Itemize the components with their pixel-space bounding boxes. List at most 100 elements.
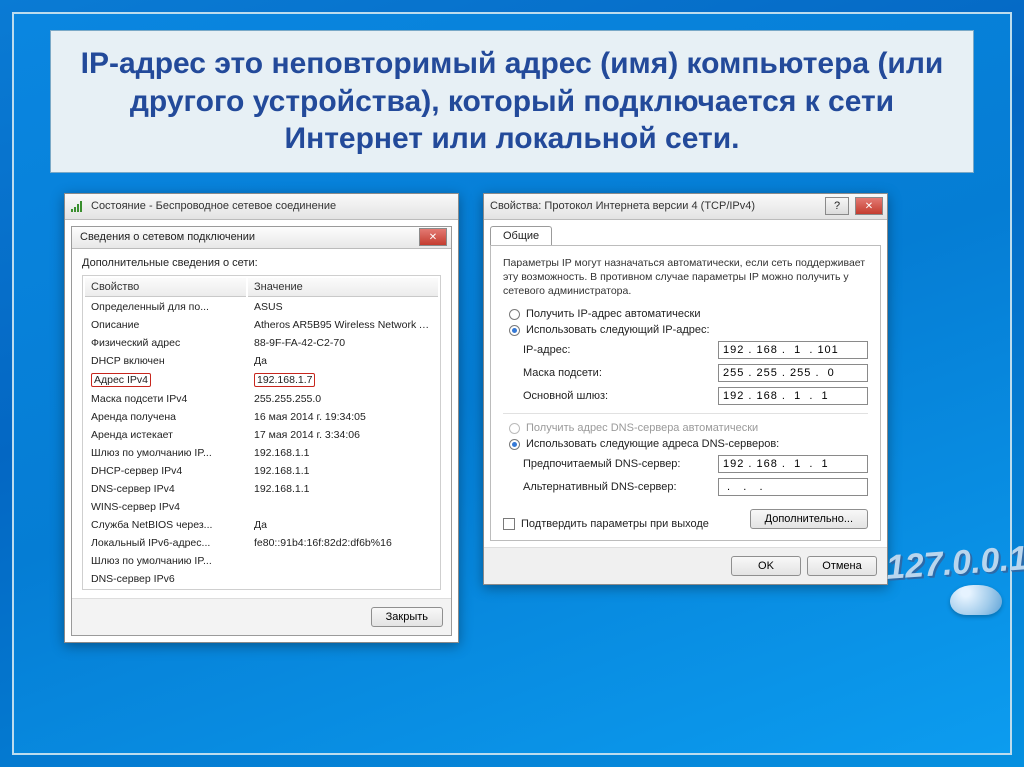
property-cell: Локальный IPv6-адрес... xyxy=(85,535,246,551)
radio-label: Использовать следующие адреса DNS-сервер… xyxy=(526,438,779,450)
value-cell: 192.168.1.7 xyxy=(248,371,438,389)
dialog-body: Дополнительные сведения о сети: Свойство… xyxy=(72,249,451,598)
table-row[interactable]: ОписаниеAtheros AR5B95 Wireless Network … xyxy=(85,317,438,333)
value-cell: 192.168.1.1 xyxy=(248,445,438,461)
window-titlebar[interactable]: Состояние - Беспроводное сетевое соедине… xyxy=(65,194,458,220)
table-row[interactable]: Аренда истекает17 мая 2014 г. 3:34:06 xyxy=(85,427,438,443)
table-row[interactable]: Шлюз по умолчанию IP... xyxy=(85,553,438,569)
validate-checkbox-row[interactable]: Подтвердить параметры при выходе xyxy=(503,518,742,530)
value-cell xyxy=(248,571,438,587)
value-cell: Да xyxy=(248,517,438,533)
table-row[interactable]: Определенный для по...ASUS xyxy=(85,299,438,315)
cancel-button[interactable]: Отмена xyxy=(807,556,877,576)
tabstrip: Общие xyxy=(484,220,887,245)
subnet-mask-row: Маска подсети: xyxy=(523,364,868,382)
radio-manual-dns[interactable]: Использовать следующие адреса DNS-сервер… xyxy=(509,438,868,450)
property-cell: DNS-сервер IPv4 xyxy=(85,481,246,497)
property-cell: Аренда истекает xyxy=(85,427,246,443)
value-cell: 88-9F-FA-42-C2-70 xyxy=(248,335,438,351)
property-cell: WINS-сервер IPv4 xyxy=(85,499,246,515)
table-row[interactable]: Шлюз по умолчанию IP...192.168.1.1 xyxy=(85,445,438,461)
property-cell: Служба NetBIOS через... xyxy=(85,517,246,533)
radio-label: Получить IP-адрес автоматически xyxy=(526,308,700,320)
close-button[interactable]: Закрыть xyxy=(371,607,443,627)
checkbox-label: Подтвердить параметры при выходе xyxy=(521,518,709,530)
radio-icon xyxy=(509,423,520,434)
help-text: Параметры IP могут назначаться автоматич… xyxy=(503,256,868,299)
table-row[interactable]: DNS-сервер IPv6 xyxy=(85,571,438,587)
dialog-subtitle: Дополнительные сведения о сети: xyxy=(82,257,441,269)
network-properties-table: Свойство Значение Определенный для по...… xyxy=(82,275,441,590)
table-row[interactable]: WINS-сервер IPv4 xyxy=(85,499,438,515)
property-cell: Маска подсети IPv4 xyxy=(85,391,246,407)
slide-title: IP-адрес это неповторимый адрес (имя) ко… xyxy=(71,45,953,158)
network-details-dialog: Сведения о сетевом подключении ✕ Дополни… xyxy=(71,226,452,636)
value-cell xyxy=(248,499,438,515)
field-label: Альтернативный DNS-сервер: xyxy=(523,481,718,493)
value-cell: 192.168.1.1 xyxy=(248,463,438,479)
dialog-footer: Закрыть xyxy=(72,598,451,635)
gateway-input[interactable] xyxy=(718,387,868,405)
property-cell: Шлюз по умолчанию IP... xyxy=(85,445,246,461)
table-row[interactable]: DHCP-сервер IPv4192.168.1.1 xyxy=(85,463,438,479)
field-label: Предпочитаемый DNS-сервер: xyxy=(523,458,718,470)
close-icon[interactable]: ✕ xyxy=(855,197,883,215)
radio-icon xyxy=(509,325,520,336)
dialog-titlebar[interactable]: Сведения о сетевом подключении ✕ xyxy=(72,227,451,249)
property-cell: DHCP-сервер IPv4 xyxy=(85,463,246,479)
radio-auto-ip[interactable]: Получить IP-адрес автоматически xyxy=(509,308,868,320)
field-label: IP-адрес: xyxy=(523,344,718,356)
ip-address-row: IP-адрес: xyxy=(523,341,868,359)
property-cell: Физический адрес xyxy=(85,335,246,351)
field-label: Основной шлюз: xyxy=(523,390,718,402)
value-cell: Atheros AR5B95 Wireless Network Adapt xyxy=(248,317,438,333)
property-cell: DNS-сервер IPv6 xyxy=(85,571,246,587)
property-cell: Аренда получена xyxy=(85,409,246,425)
checkbox-icon xyxy=(503,518,515,530)
network-status-window: Состояние - Беспроводное сетевое соедине… xyxy=(64,193,459,643)
subnet-mask-input[interactable] xyxy=(718,364,868,382)
table-row[interactable]: Служба NetBIOS через...Да xyxy=(85,517,438,533)
table-row[interactable]: Маска подсети IPv4255.255.255.0 xyxy=(85,391,438,407)
radio-auto-dns: Получить адрес DNS-сервера автоматически xyxy=(509,422,868,434)
advanced-button[interactable]: Дополнительно... xyxy=(750,509,868,529)
radio-label: Получить адрес DNS-сервера автоматически xyxy=(526,422,758,434)
ip-address-input[interactable] xyxy=(718,341,868,359)
dialog-title: Сведения о сетевом подключении xyxy=(80,231,419,243)
value-cell: 192.168.1.1 xyxy=(248,481,438,497)
table-row[interactable]: Аренда получена16 мая 2014 г. 19:34:05 xyxy=(85,409,438,425)
tab-general[interactable]: Общие xyxy=(490,226,552,245)
tcpip-properties-window: Свойства: Протокол Интернета версии 4 (T… xyxy=(483,193,888,586)
dialog-footer: OK Отмена xyxy=(484,547,887,584)
field-label: Маска подсети: xyxy=(523,367,718,379)
table-row[interactable]: DNS-сервер IPv4192.168.1.1 xyxy=(85,481,438,497)
value-cell: 16 мая 2014 г. 19:34:05 xyxy=(248,409,438,425)
ok-button[interactable]: OK xyxy=(731,556,801,576)
property-cell: Адрес IPv4 xyxy=(85,371,246,389)
value-cell xyxy=(248,553,438,569)
help-icon[interactable]: ? xyxy=(825,197,849,215)
windows-row: Состояние - Беспроводное сетевое соедине… xyxy=(14,185,1010,651)
value-cell: 255.255.255.0 xyxy=(248,391,438,407)
alternate-dns-input[interactable] xyxy=(718,478,868,496)
table-row[interactable]: Физический адрес88-9F-FA-42-C2-70 xyxy=(85,335,438,351)
gateway-row: Основной шлюз: xyxy=(523,387,868,405)
preferred-dns-input[interactable] xyxy=(718,455,868,473)
slide-frame: IP-адрес это неповторимый адрес (имя) ко… xyxy=(12,12,1012,755)
property-cell: Определенный для по... xyxy=(85,299,246,315)
preferred-dns-row: Предпочитаемый DNS-сервер: xyxy=(523,455,868,473)
value-cell: 17 мая 2014 г. 3:34:06 xyxy=(248,427,438,443)
table-row[interactable]: DHCP включенДа xyxy=(85,353,438,369)
radio-manual-ip[interactable]: Использовать следующий IP-адрес: xyxy=(509,324,868,336)
radio-icon xyxy=(509,439,520,450)
divider xyxy=(503,413,868,414)
window-titlebar[interactable]: Свойства: Протокол Интернета версии 4 (T… xyxy=(484,194,887,220)
value-cell: ASUS xyxy=(248,299,438,315)
column-header-value[interactable]: Значение xyxy=(248,278,438,297)
value-cell: fe80::91b4:16f:82d2:df6b%16 xyxy=(248,535,438,551)
column-header-property[interactable]: Свойство xyxy=(85,278,246,297)
table-row[interactable]: Локальный IPv6-адрес...fe80::91b4:16f:82… xyxy=(85,535,438,551)
table-row[interactable]: Адрес IPv4192.168.1.7 xyxy=(85,371,438,389)
window-title: Состояние - Беспроводное сетевое соедине… xyxy=(91,200,454,212)
close-icon[interactable]: ✕ xyxy=(419,228,447,246)
